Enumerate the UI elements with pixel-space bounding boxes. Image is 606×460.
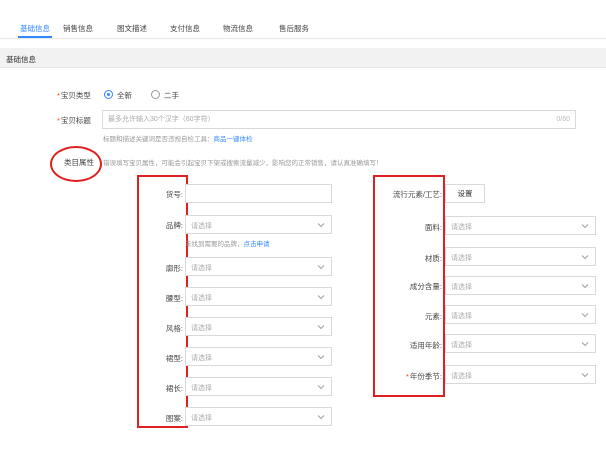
field-label-year-season: *年份季节: — [405, 372, 442, 381]
tab-logistics-info[interactable]: 物流信息 — [223, 23, 253, 34]
chevron-down-icon — [317, 295, 325, 300]
chevron-down-icon — [317, 415, 325, 420]
field-label-material: 材质: — [424, 254, 442, 263]
item-type-label: *宝贝类型 — [57, 91, 91, 100]
tab-description[interactable]: 图文描述 — [117, 23, 147, 34]
skirt-type-select[interactable]: 请选择 — [185, 347, 332, 366]
radio-used-label[interactable]: 二手 — [164, 90, 179, 101]
tab-divider — [0, 38, 606, 39]
field-label-pattern: 图案: — [165, 414, 183, 423]
chevron-down-icon — [581, 224, 589, 229]
year-season-select[interactable]: 请选择 — [445, 365, 596, 384]
one-click-check-link[interactable]: 商品一键体检 — [214, 136, 253, 143]
tab-payment-info[interactable]: 支付信息 — [170, 23, 200, 34]
title-char-counter: 0/60 — [556, 116, 570, 123]
brand-select[interactable]: 请选择 — [185, 215, 332, 234]
section-title: 基础信息 — [6, 55, 36, 64]
field-label-trend-craft: 流行元素/工艺: — [392, 190, 442, 199]
chevron-down-icon — [581, 313, 589, 318]
field-label-style: 风格: — [165, 324, 183, 333]
skirt-length-select[interactable]: 请选择 — [185, 377, 332, 396]
field-label-silhouette: 廓形: — [165, 264, 183, 273]
pattern-select[interactable]: 请选择 — [185, 407, 332, 426]
title-hint: 标题和描述关键词是否违规自检工具：商品一键体检 — [103, 136, 253, 143]
category-attrs-hint: 错误填写宝贝属性，可能会引起宝贝下架或搜索流量减少，影响您的正常销售，请认真准确… — [103, 160, 383, 167]
radio-new[interactable] — [104, 90, 113, 99]
tab-basic-info[interactable]: 基础信息 — [20, 23, 50, 34]
chevron-down-icon — [317, 385, 325, 390]
item-title-field: 0/60 — [102, 110, 576, 129]
style-select[interactable]: 请选择 — [185, 317, 332, 336]
chevron-down-icon — [581, 284, 589, 289]
tab-sales-info[interactable]: 销售信息 — [63, 23, 93, 34]
radio-used[interactable] — [151, 90, 160, 99]
item-number-field — [185, 184, 332, 203]
item-title-label: *宝贝标题 — [57, 116, 91, 125]
item-title-input[interactable] — [103, 111, 543, 128]
chevron-down-icon — [581, 342, 589, 347]
tab-after-sales[interactable]: 售后服务 — [279, 23, 309, 34]
waist-type-select[interactable]: 请选择 — [185, 287, 332, 306]
field-label-waist-type: 腰型: — [165, 294, 183, 303]
field-label-brand: 品牌: — [165, 221, 183, 230]
age-select[interactable]: 请选择 — [445, 334, 596, 353]
composition-select[interactable]: 请选择 — [445, 276, 596, 295]
settings-button[interactable]: 设置 — [445, 184, 485, 203]
chevron-down-icon — [317, 355, 325, 360]
fabric-select[interactable]: 请选择 — [445, 216, 596, 235]
apply-brand-link[interactable]: 点击申请 — [244, 241, 270, 248]
section-header: 基础信息 — [0, 48, 606, 68]
category-attrs-label: 类目属性 — [64, 158, 94, 167]
field-label-age: 适用年龄: — [409, 341, 442, 350]
tab-bar: 基础信息 销售信息 图文描述 支付信息 物流信息 售后服务 — [0, 14, 606, 38]
field-label-element: 元素: — [424, 312, 442, 321]
chevron-down-icon — [317, 325, 325, 330]
field-label-item-number: 货号: — [165, 190, 183, 199]
chevron-down-icon — [317, 223, 325, 228]
element-select[interactable]: 请选择 — [445, 305, 596, 324]
chevron-down-icon — [581, 373, 589, 378]
field-label-skirt-type: 裙型: — [165, 354, 183, 363]
material-select[interactable]: 请选择 — [445, 247, 596, 266]
chevron-down-icon — [581, 255, 589, 260]
radio-new-label[interactable]: 全新 — [117, 90, 132, 101]
item-number-input[interactable] — [186, 185, 331, 202]
field-label-skirt-length: 裙长: — [165, 384, 183, 393]
chevron-down-icon — [317, 265, 325, 270]
silhouette-select[interactable]: 请选择 — [185, 257, 332, 276]
field-label-composition: 成分含量: — [409, 282, 442, 291]
brand-hint: 未找到需要的品牌，点击申请 — [185, 241, 270, 248]
field-label-fabric: 面料: — [424, 223, 442, 232]
